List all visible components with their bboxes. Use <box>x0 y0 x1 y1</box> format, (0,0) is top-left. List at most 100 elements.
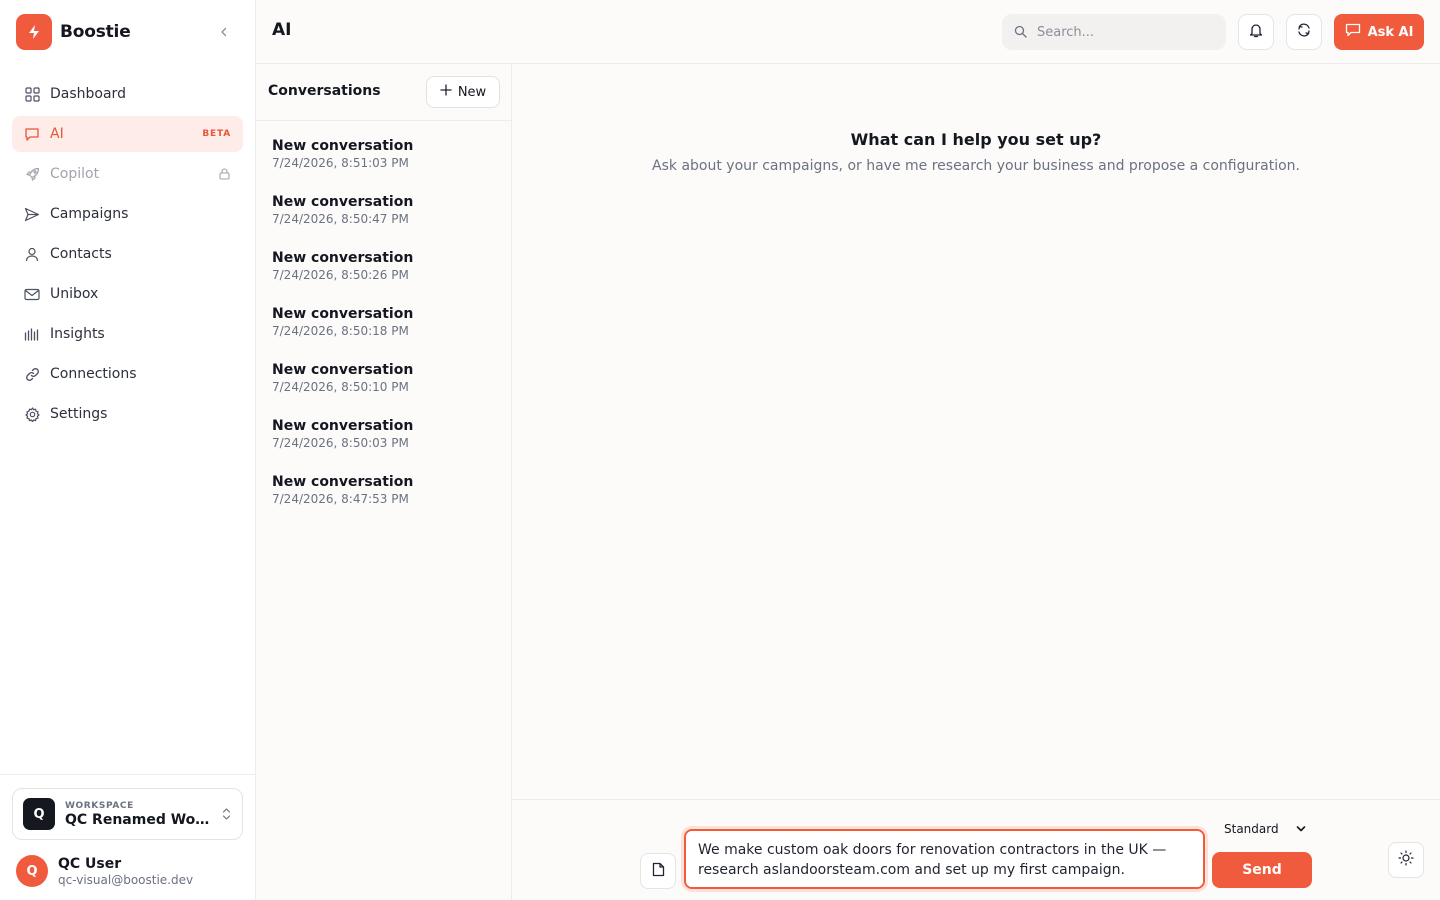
sidebar: Boostie Dashboard AI BETA Copilot Campai… <box>0 0 256 900</box>
conversation-date: 7/24/2026, 8:47:53 PM <box>272 492 409 506</box>
sidebar-item-copilot[interactable]: Copilot <box>12 156 243 192</box>
search-icon <box>1014 23 1027 42</box>
list-item[interactable]: New conversation 7/24/2026, 8:50:26 PM <box>256 246 511 302</box>
link-icon <box>24 366 40 382</box>
message-input[interactable]: We make custom oak doors for renovation … <box>684 829 1205 889</box>
conversation-name: New conversation <box>272 194 414 210</box>
user-profile[interactable]: Q QC User qc-visual@boostie.dev <box>16 855 193 887</box>
notifications-button[interactable] <box>1238 14 1274 50</box>
conversation-date: 7/24/2026, 8:50:10 PM <box>272 380 409 394</box>
ask-ai-label: Ask AI <box>1367 24 1414 40</box>
sidebar-item-ai[interactable]: AI BETA <box>12 116 243 152</box>
sidebar-item-label: Contacts <box>50 246 112 262</box>
chat-icon <box>1345 23 1361 41</box>
sidebar-item-dashboard[interactable]: Dashboard <box>12 76 243 112</box>
sidebar-item-label: Copilot <box>50 166 100 182</box>
sidebar-item-contacts[interactable]: Contacts <box>12 236 243 272</box>
user-name: QC User <box>58 855 122 872</box>
sidebar-item-connections[interactable]: Connections <box>12 356 243 392</box>
sidebar-item-label: Connections <box>50 366 137 382</box>
sidebar-nav: Dashboard AI BETA Copilot Campaigns Cont… <box>12 76 243 436</box>
conversation-date: 7/24/2026, 8:50:03 PM <box>272 436 409 450</box>
user-email: qc-visual@boostie.dev <box>58 872 194 887</box>
chat-icon <box>24 126 40 142</box>
bell-icon <box>1249 22 1263 42</box>
message-composer: We make custom oak doors for renovation … <box>512 799 1440 900</box>
workspace-text: WORKSPACE QC Renamed Workspace <box>65 801 210 828</box>
conversation-name: New conversation <box>272 250 414 266</box>
ask-ai-button[interactable]: Ask AI <box>1334 14 1424 50</box>
grid-icon <box>24 86 40 102</box>
conversations-title: Conversations <box>268 83 381 99</box>
rocket-icon <box>24 166 40 182</box>
list-item[interactable]: New conversation 7/24/2026, 8:51:03 PM <box>256 134 511 190</box>
gear-icon <box>24 406 40 422</box>
workspace-caption: WORKSPACE <box>65 800 134 811</box>
list-item[interactable]: New conversation 7/24/2026, 8:50:03 PM <box>256 414 511 470</box>
conversation-name: New conversation <box>272 306 414 322</box>
workspace-name: QC Renamed Workspace <box>65 811 210 828</box>
empty-state-title: What can I help you set up? <box>850 130 1102 149</box>
sidebar-item-insights[interactable]: Insights <box>12 316 243 352</box>
sidebar-item-campaigns[interactable]: Campaigns <box>12 196 243 232</box>
list-item[interactable]: New conversation 7/24/2026, 8:50:18 PM <box>256 302 511 358</box>
conversation-date: 7/24/2026, 8:50:47 PM <box>272 212 409 226</box>
search-input[interactable] <box>1037 24 1207 40</box>
conversation-date: 7/24/2026, 8:50:18 PM <box>272 324 409 338</box>
mail-icon <box>24 286 40 302</box>
sidebar-item-label: Unibox <box>50 286 99 302</box>
sidebar-footer: Q WORKSPACE QC Renamed Workspace Q QC Us… <box>0 774 255 900</box>
send-icon <box>24 206 40 222</box>
user-text: QC User qc-visual@boostie.dev <box>58 856 193 887</box>
top-header: AI Ask AI <box>256 0 1440 64</box>
sidebar-item-label: Insights <box>50 326 105 342</box>
brand[interactable]: Boostie <box>16 14 131 50</box>
chevron-left-icon[interactable] <box>214 22 234 42</box>
conversation-date: 7/24/2026, 8:50:26 PM <box>272 268 409 282</box>
plus-icon <box>440 84 452 100</box>
sidebar-item-settings[interactable]: Settings <box>12 396 243 432</box>
sun-icon <box>1398 850 1414 870</box>
conversation-name: New conversation <box>272 138 414 154</box>
conversations-header: Conversations New <box>256 64 511 121</box>
bolt-icon <box>16 14 52 50</box>
conversation-date: 7/24/2026, 8:51:03 PM <box>272 156 409 170</box>
sidebar-item-unibox[interactable]: Unibox <box>12 276 243 312</box>
search-box[interactable] <box>1002 14 1226 50</box>
workspace-avatar: Q <box>23 798 55 830</box>
list-item[interactable]: New conversation 7/24/2026, 8:50:47 PM <box>256 190 511 246</box>
sidebar-item-label: Dashboard <box>50 86 126 102</box>
sidebar-item-label: Campaigns <box>50 206 129 222</box>
refresh-icon <box>1296 22 1312 42</box>
attach-file-button[interactable] <box>640 853 676 889</box>
bars-icon <box>24 326 40 342</box>
list-item[interactable]: New conversation 7/24/2026, 8:47:53 PM <box>256 470 511 526</box>
chevron-up-down-icon <box>220 806 232 822</box>
chevron-down-icon <box>1296 822 1306 836</box>
mode-selected-value: Standard <box>1224 822 1279 836</box>
sidebar-item-label: AI <box>50 126 64 142</box>
conversation-list: New conversation 7/24/2026, 8:51:03 PM N… <box>256 134 511 526</box>
conversations-panel: Conversations New New conversation 7/24/… <box>256 64 512 900</box>
conversation-name: New conversation <box>272 418 414 434</box>
brand-name: Boostie <box>60 22 131 42</box>
sidebar-item-label: Settings <box>50 406 108 422</box>
new-conversation-button[interactable]: New <box>426 76 500 108</box>
chat-area: What can I help you set up? Ask about yo… <box>512 64 1440 900</box>
conversation-name: New conversation <box>272 474 414 490</box>
file-icon <box>652 862 665 881</box>
theme-toggle-button[interactable] <box>1388 842 1424 878</box>
send-button[interactable]: Send <box>1212 852 1312 888</box>
list-item[interactable]: New conversation 7/24/2026, 8:50:10 PM <box>256 358 511 414</box>
avatar: Q <box>16 855 48 887</box>
user-icon <box>24 246 40 262</box>
workspace-switcher[interactable]: Q WORKSPACE QC Renamed Workspace <box>12 788 243 840</box>
beta-badge: BETA <box>202 129 231 139</box>
new-label: New <box>457 84 487 100</box>
conversation-name: New conversation <box>272 362 414 378</box>
refresh-button[interactable] <box>1286 14 1322 50</box>
lock-icon <box>217 167 231 181</box>
mode-select[interactable]: Standard <box>1212 816 1312 842</box>
page-title: AI <box>272 20 292 40</box>
empty-state-subtitle: Ask about your campaigns, or have me res… <box>652 158 1300 174</box>
